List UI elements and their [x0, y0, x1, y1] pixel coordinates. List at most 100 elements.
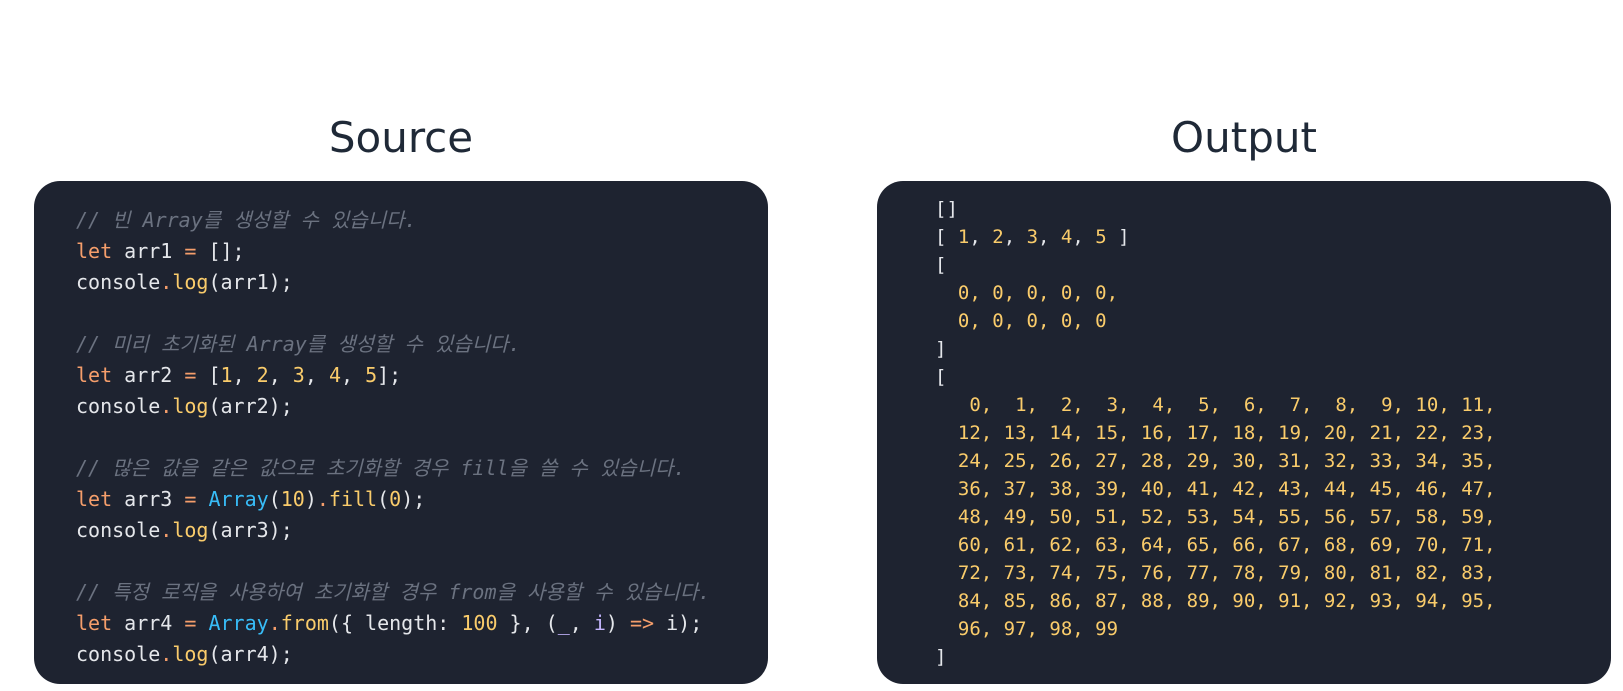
code-token: .: [316, 487, 329, 511]
code-token: 60, 61, 62, 63, 64, 65, 66, 67, 68, 69, …: [935, 534, 1496, 556]
code-token: ]: [935, 646, 947, 668]
code-token: 5: [365, 363, 378, 387]
source-code-line: console.log(arr4);: [76, 639, 768, 670]
code-token: 4: [1060, 226, 1073, 248]
code-token: _: [557, 611, 570, 635]
code-token: [: [196, 363, 221, 387]
code-token: console: [76, 270, 161, 294]
output-title: Output: [1171, 113, 1317, 162]
source-code-line: // 특정 로직을 사용하여 초기화할 경우 from을 사용할 수 있습니다.: [76, 577, 768, 608]
code-token: 24, 25, 26, 27, 28, 29, 30, 31, 32, 33, …: [935, 450, 1496, 472]
code-token: arr2: [112, 363, 185, 387]
output-line: 48, 49, 50, 51, 52, 53, 54, 55, 56, 57, …: [935, 503, 1611, 531]
code-token: =: [184, 611, 197, 635]
code-token: log: [172, 642, 209, 666]
output-line: 12, 13, 14, 15, 16, 17, 18, 19, 20, 21, …: [935, 419, 1611, 447]
output-line: 0, 0, 0, 0, 0,: [935, 279, 1611, 307]
code-token: arr4: [112, 611, 185, 635]
source-code-line: let arr2 = [1, 2, 3, 4, 5];: [76, 360, 768, 391]
code-token: 0, 0, 0, 0, 0: [935, 310, 1107, 332]
code-token: let: [76, 363, 113, 387]
source-code-line: // 빈 Array를 생성할 수 있습니다.: [76, 205, 768, 236]
code-token: =>: [629, 611, 655, 635]
code-token: i: [593, 611, 606, 635]
output-line: 60, 61, 62, 63, 64, 65, 66, 67, 68, 69, …: [935, 531, 1611, 559]
output-line: [: [935, 363, 1611, 391]
code-token: [: [935, 254, 947, 276]
code-token: ({ length:: [328, 611, 462, 635]
code-token: 3: [1026, 226, 1039, 248]
code-token: ,: [1072, 226, 1096, 248]
code-token: 0: [389, 487, 402, 511]
output-line: 96, 97, 98, 99: [935, 615, 1611, 643]
code-token: fill: [328, 487, 378, 511]
output-line: 0, 1, 2, 3, 4, 5, 6, 7, 8, 9, 10, 11,: [935, 391, 1611, 419]
source-code-line: console.log(arr2);: [76, 391, 768, 422]
code-token: arr3: [112, 487, 185, 511]
output-line: [ 1, 2, 3, 4, 5 ]: [935, 223, 1611, 251]
code-token: =: [184, 239, 197, 263]
code-token: 0, 0, 0, 0, 0,: [935, 282, 1119, 304]
output-line: 24, 25, 26, 27, 28, 29, 30, 31, 32, 33, …: [935, 447, 1611, 475]
code-token: 12, 13, 14, 15, 16, 17, 18, 19, 20, 21, …: [935, 422, 1496, 444]
code-token: 1: [220, 363, 233, 387]
output-line: 0, 0, 0, 0, 0: [935, 307, 1611, 335]
code-token: 72, 73, 74, 75, 76, 77, 78, 79, 80, 81, …: [935, 562, 1496, 584]
code-token: 96, 97, 98, 99: [935, 618, 1119, 640]
output-line: 72, 73, 74, 75, 76, 77, 78, 79, 80, 81, …: [935, 559, 1611, 587]
code-token: ]: [935, 338, 947, 360]
code-token: ,: [1038, 226, 1061, 248]
code-token: }, (: [497, 611, 558, 635]
code-token: // 특정 로직을 사용하여 초기화할 경우 from을 사용할 수 있습니다.: [76, 580, 711, 604]
code-token: 2: [256, 363, 269, 387]
source-code-line: [76, 298, 768, 329]
code-token: Array: [208, 487, 269, 511]
code-token: 0, 1, 2, 3, 4, 5, 6, 7, 8, 9, 10, 11,: [935, 394, 1496, 416]
code-token: ,: [268, 363, 293, 387]
code-token: 3: [292, 363, 305, 387]
code-token: // 많은 값을 같은 값으로 초기화할 경우 fill을 쓸 수 있습니다.: [76, 456, 686, 480]
output-line: 84, 85, 86, 87, 88, 89, 90, 91, 92, 93, …: [935, 587, 1611, 615]
source-code-line: console.log(arr1);: [76, 267, 768, 298]
code-token: ,: [569, 611, 594, 635]
code-token: .: [160, 518, 173, 542]
code-token: from: [280, 611, 329, 635]
source-code-line: let arr4 = Array.from({ length: 100 }, (…: [76, 608, 768, 639]
source-code-line: let arr1 = [];: [76, 236, 768, 267]
code-token: [: [935, 366, 947, 388]
code-token: log: [172, 394, 209, 418]
output-line: ]: [935, 335, 1611, 363]
output-line: [: [935, 251, 1611, 279]
output-line: 36, 37, 38, 39, 40, 41, 42, 43, 44, 45, …: [935, 475, 1611, 503]
code-token: ,: [232, 363, 257, 387]
code-token: console: [76, 394, 161, 418]
code-token: ,: [1003, 226, 1027, 248]
source-code-panel: // 빈 Array를 생성할 수 있습니다. let arr1 = []; con…: [34, 181, 768, 684]
code-token: []: [935, 198, 958, 220]
code-token: ,: [340, 363, 366, 387]
code-token: =: [184, 487, 197, 511]
code-token: (arr1);: [208, 270, 293, 294]
code-token: console: [76, 518, 161, 542]
code-token: .: [268, 611, 281, 635]
code-token: (arr2);: [208, 394, 293, 418]
code-token: ];: [377, 363, 402, 387]
code-token: [: [935, 226, 958, 248]
code-token: let: [76, 239, 113, 263]
source-title: Source: [328, 113, 474, 162]
code-token: Array: [208, 611, 269, 635]
source-code-line: let arr3 = Array(10).fill(0);: [76, 484, 768, 515]
code-token: 1: [957, 226, 970, 248]
source-code-line: [76, 546, 768, 577]
code-token: log: [172, 270, 209, 294]
code-token: arr1: [112, 239, 185, 263]
code-token: 5: [1095, 226, 1107, 248]
code-token: .: [160, 270, 173, 294]
code-token: (arr4);: [208, 642, 293, 666]
code-token: ]: [1106, 226, 1130, 248]
code-token: 100: [461, 611, 498, 635]
output-console-panel: [][ 1, 2, 3, 4, 5 ][ 0, 0, 0, 0, 0, 0, 0…: [877, 181, 1611, 684]
code-token: // 빈 Array를 생성할 수 있습니다.: [76, 208, 417, 232]
